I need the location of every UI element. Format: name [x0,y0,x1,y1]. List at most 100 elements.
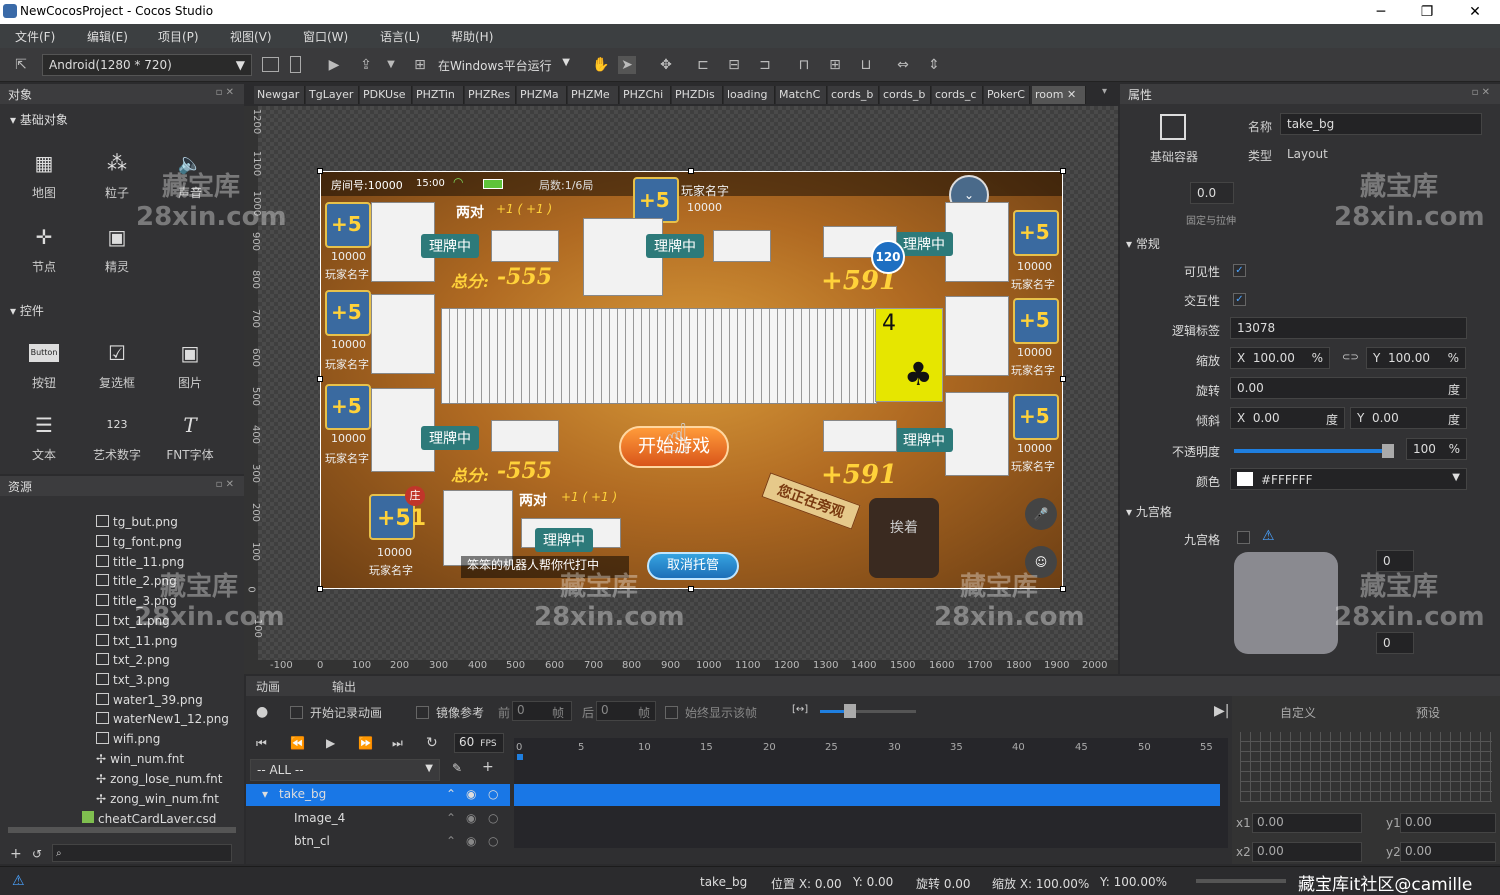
rotation-field[interactable]: 0.00 度 [1230,377,1467,399]
menu-edit[interactable]: 编辑(E) [87,28,128,45]
select-tool-icon[interactable]: ➤ [618,56,636,74]
resize-handle[interactable] [317,586,323,592]
panel-close-icon[interactable]: ▫ ✕ [216,87,234,98]
align-left-icon[interactable]: ⊏ [694,56,712,74]
doc-tab[interactable]: PHZDis [672,86,723,104]
nine-slice-bottom-field[interactable]: 0 [1376,632,1414,654]
mirror-checkbox[interactable] [416,706,429,719]
doc-tab[interactable]: PDKUse [360,86,412,104]
track-row[interactable]: Image_4 ⌃ ◉ ○ [246,808,510,830]
y2-field[interactable]: 0.00 [1400,842,1496,862]
text-item[interactable]: ☰ 文本 [14,410,74,463]
tab-preset[interactable]: 预设 [1416,704,1440,721]
resource-file[interactable]: ✢ zong_lose_num.fnt [96,772,223,786]
visible-checkbox[interactable]: ✓ [1233,264,1246,277]
resource-file[interactable]: tg_font.png [96,535,182,549]
fit-icon[interactable]: [↔] [792,704,808,715]
next-frame-icon[interactable]: ⏩ [358,736,373,750]
zoom-slider[interactable] [820,710,916,713]
lock-icon[interactable]: ⌃ [446,787,456,801]
last-frame-icon[interactable]: ⏭ [392,736,403,751]
panel-close-icon[interactable]: ▫ ✕ [216,479,234,490]
microphone-icon[interactable]: 🎤 [1025,498,1057,530]
tab-output[interactable]: 输出 [332,678,356,695]
nine-slice-top-field[interactable]: 0 [1376,550,1414,572]
general-section[interactable]: ▾ 常规 [1126,235,1160,253]
tab-custom[interactable]: 自定义 [1280,704,1316,721]
status-zoom-slider[interactable] [1196,879,1286,883]
resource-file[interactable]: wifi.png [96,732,160,746]
track-row[interactable]: btn_cl ⌃ ◉ ○ [246,831,510,853]
doc-tab[interactable]: PHZMe [568,86,619,104]
resource-file[interactable]: tg_but.png [96,515,178,529]
controls-section[interactable]: ▾ 控件 [10,302,44,320]
chevron-down-icon[interactable]: ▼ [382,56,400,74]
lock-icon[interactable]: ⌃ [446,834,456,848]
align-right-icon[interactable]: ⊐ [756,56,774,74]
skew-x-field[interactable]: X 0.00 度 [1230,407,1345,429]
doc-tab[interactable]: PHZMa [517,86,567,104]
add-icon[interactable]: + [482,759,494,775]
publish-icon[interactable]: ⇱ [12,56,30,74]
scene-layout-take-bg[interactable]: 房间号:10000 15:00 ◠ 局数:1/6局 +5 玩家名字 10000 … [320,171,1063,589]
menu-view[interactable]: 视图(V) [230,28,272,45]
eye-icon[interactable]: ◉ [466,811,476,825]
opacity-slider-handle[interactable] [1382,444,1394,458]
doc-tab[interactable]: PHZRes [465,86,516,104]
zoom-slider-handle[interactable] [844,704,856,718]
doc-tab[interactable]: PHZTin [413,86,464,104]
checkbox-item[interactable]: ☑ 复选框 [87,338,147,391]
align-top-icon[interactable]: ⊓ [795,56,813,74]
skew-y-field[interactable]: Y 0.00 度 [1350,407,1467,429]
minimize-button[interactable]: ─ [1358,0,1404,24]
stretch-field[interactable]: 0.0 [1190,182,1234,204]
resolution-select[interactable]: Android(1280 * 720) ▼ [42,54,252,76]
button-item[interactable]: Button 按钮 [14,338,74,391]
circle-icon[interactable]: ○ [488,787,498,801]
doc-tab[interactable]: PokerC [984,86,1030,104]
close-button[interactable]: ✕ [1452,0,1498,24]
resource-search-input[interactable]: ⌕ [52,844,232,862]
distribute-h-icon[interactable]: ⇔ [894,56,912,74]
tab-animation[interactable]: 动画 [256,678,280,695]
labelatlas-item[interactable]: 123 艺术数字 [87,410,147,463]
play-end-icon[interactable]: ▶| [1214,703,1229,719]
doc-tab[interactable]: PHZChi [620,86,671,104]
landscape-icon[interactable] [262,57,279,72]
resource-file[interactable]: waterNew1_12.png [96,712,229,726]
opacity-field[interactable]: 100% [1406,438,1467,460]
circle-icon[interactable]: ○ [488,811,498,825]
x1-field[interactable]: 0.00 [1252,813,1362,833]
y1-field[interactable]: 0.00 [1400,813,1496,833]
menu-file[interactable]: 文件(F) [15,28,55,45]
tag-field[interactable]: 13078 [1230,317,1467,339]
record-dot-icon[interactable]: ● [256,704,268,720]
doc-tab[interactable]: MatchC [776,86,827,104]
nine-slice-checkbox[interactable] [1237,531,1250,544]
track-row-selected[interactable]: ▾ take_bg ⌃ ◉ ○ [246,784,510,806]
first-frame-icon[interactable]: ⏮ [256,736,267,751]
eye-icon[interactable]: ◉ [466,834,476,848]
circle-icon[interactable]: ○ [488,834,498,848]
x2-field[interactable]: 0.00 [1252,842,1362,862]
fnt-item[interactable]: T FNT字体 [160,410,220,463]
lock-icon[interactable]: ⌃ [446,811,456,825]
expand-icon[interactable]: ▾ [262,787,268,801]
always-show-checkbox[interactable] [665,706,678,719]
doc-tab[interactable]: loading [724,86,775,104]
scale-x-field[interactable]: X 100.00% [1230,347,1330,369]
move-icon[interactable]: ✥ [657,56,675,74]
doc-tab[interactable]: Newgar [254,86,305,104]
hand-tool-icon[interactable]: ✋ [592,56,610,74]
edit-icon[interactable]: ✎ [452,761,462,775]
close-icon[interactable]: ✕ [1067,88,1076,101]
menu-help[interactable]: 帮助(H) [451,28,493,45]
prev-frame-icon[interactable]: ⏪ [290,736,305,750]
upload-icon[interactable]: ⇪ [357,56,375,74]
scale-y-field[interactable]: Y 100.00% [1366,347,1466,369]
doc-tab[interactable]: cords_b [828,86,879,104]
eye-icon[interactable]: ◉ [466,787,476,801]
maximize-button[interactable]: ❐ [1404,0,1450,24]
color-picker[interactable]: #FFFFFF ▼ [1230,468,1467,490]
resource-file[interactable]: txt_2.png [96,653,170,667]
